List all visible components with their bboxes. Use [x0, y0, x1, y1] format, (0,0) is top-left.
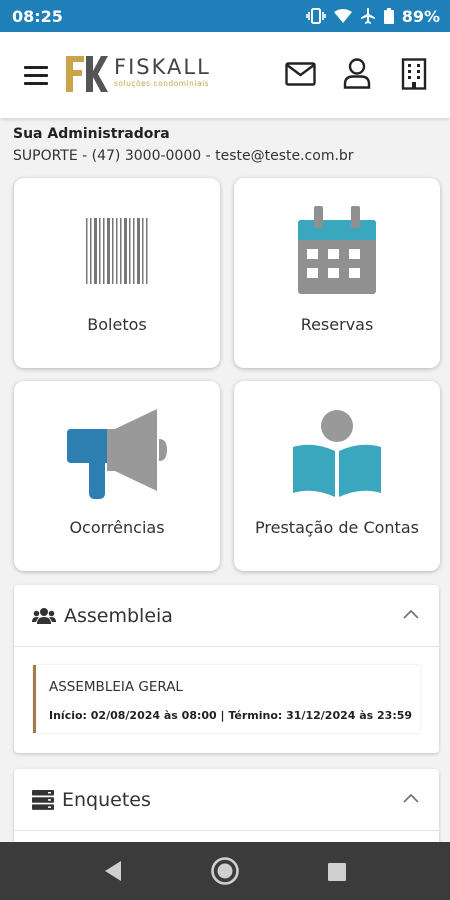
status-bar: 08:25 89%: [0, 0, 450, 32]
admin-contact: SUPORTE - (47) 3000-0000 - teste@teste.c…: [13, 148, 354, 164]
system-nav-bar: [0, 842, 450, 900]
assembleia-card: Assembleia ASSEMBLEIA GERAL Início: 02/0…: [14, 585, 439, 753]
enquetes-title: Enquetes: [62, 788, 151, 811]
assembleia-item-title: ASSEMBLEIA GERAL: [49, 679, 183, 695]
assembleia-title: Assembleia: [64, 604, 173, 627]
tile-reservas[interactable]: Reservas: [234, 178, 440, 368]
menu-icon: [24, 66, 48, 69]
battery-icon: [383, 8, 394, 24]
back-icon[interactable]: [103, 860, 123, 882]
enquetes-header[interactable]: Enquetes: [14, 769, 439, 831]
tile-ocorrencias[interactable]: Ocorrências: [14, 381, 220, 571]
tile-label: Boletos: [87, 315, 147, 334]
calendar-icon: [298, 206, 376, 294]
mail-icon[interactable]: [285, 62, 316, 86]
home-icon[interactable]: [210, 856, 240, 886]
logo-name: FISKALL: [114, 55, 211, 79]
logo-tagline: soluções condominiais: [114, 79, 210, 88]
building-icon[interactable]: [401, 58, 427, 90]
tile-prestacao-contas[interactable]: Prestação de Contas: [234, 381, 440, 571]
menu-button[interactable]: [24, 66, 48, 86]
app-header: FISKALL soluções condominiais: [0, 32, 450, 118]
recents-icon[interactable]: [328, 863, 346, 881]
chevron-up-icon[interactable]: [403, 793, 419, 803]
assembleia-header[interactable]: Assembleia: [14, 585, 439, 647]
tile-label: Reservas: [300, 315, 374, 334]
logo-mark: [66, 56, 108, 92]
assembleia-item-dates: Início: 02/08/2024 às 08:00 | Término: 3…: [49, 709, 413, 722]
status-icons: 89%: [305, 6, 440, 26]
battery-percent: 89%: [401, 6, 440, 26]
status-time: 08:25: [12, 6, 63, 26]
server-icon: [32, 789, 54, 810]
users-icon: [32, 607, 56, 624]
tile-boletos[interactable]: Boletos: [14, 178, 220, 368]
admin-title: Sua Administradora: [13, 126, 170, 142]
barcode-icon: [86, 218, 148, 284]
wifi-icon: [333, 8, 352, 23]
assembleia-item[interactable]: ASSEMBLEIA GERAL Início: 02/08/2024 às 0…: [33, 665, 420, 733]
megaphone-icon: [67, 409, 167, 499]
app-logo: FISKALL soluções condominiais: [64, 54, 211, 94]
user-icon[interactable]: [343, 58, 371, 89]
vibrate-icon: [305, 8, 326, 24]
admin-info: Sua Administradora SUPORTE - (47) 3000-0…: [13, 126, 354, 164]
chevron-up-icon[interactable]: [403, 609, 419, 619]
book-reader-icon: [293, 410, 381, 497]
tile-label: Ocorrências: [69, 518, 165, 537]
tile-label: Prestação de Contas: [255, 518, 419, 537]
airplane-icon: [360, 8, 375, 24]
